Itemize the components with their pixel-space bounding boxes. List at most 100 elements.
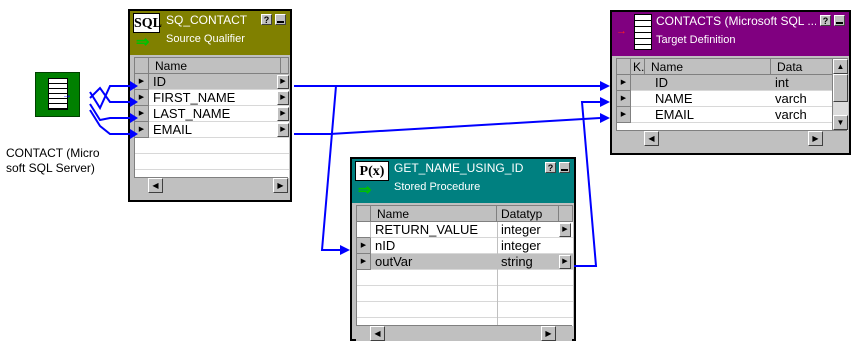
port-right-handle[interactable]: ▶ <box>277 75 289 89</box>
stored-procedure-title: GET_NAME_USING_ID <box>394 161 524 175</box>
column-header-more[interactable] <box>281 58 289 74</box>
port-row[interactable]: ▶ outVar string ▶ <box>357 254 573 270</box>
minimize-button[interactable] <box>834 15 845 26</box>
port-name: RETURN_VALUE <box>375 222 479 237</box>
green-arrow-icon: ⇒ <box>136 34 150 51</box>
source-qualifier-header[interactable]: SQL ⇒ SQ_CONTACT Source Qualifier ? <box>130 11 290 55</box>
arrowhead <box>600 113 610 123</box>
port-row[interactable]: ▶ LAST_NAME ▶ <box>135 106 289 122</box>
help-button[interactable]: ? <box>261 14 272 25</box>
help-button[interactable]: ? <box>545 162 556 173</box>
vertical-scrollbar[interactable]: ▲ ▼ <box>832 59 848 131</box>
target-definition-header[interactable]: → CONTACTS (Microsoft SQL ... Target Def… <box>612 12 849 56</box>
horizontal-scrollbar[interactable]: ◀ ▶ <box>134 177 288 193</box>
scroll-up-button[interactable]: ▲ <box>833 59 848 74</box>
target-table-icon <box>634 14 652 50</box>
scroll-left-button[interactable]: ◀ <box>148 178 163 193</box>
port-row[interactable]: ▶ FIRST_NAME ▶ <box>135 90 289 106</box>
scroll-thumb[interactable] <box>833 74 848 102</box>
scroll-left-button[interactable]: ◀ <box>644 131 659 146</box>
port-right-handle[interactable]: ▶ <box>277 107 289 121</box>
help-button[interactable]: ? <box>820 15 831 26</box>
source-qualifier-subtitle: Source Qualifier <box>166 33 245 45</box>
stored-procedure-header[interactable]: P(x) ⇒ GET_NAME_USING_ID Stored Procedur… <box>352 159 574 203</box>
source-label: CONTACT (Micro soft SQL Server) <box>6 146 100 175</box>
empty-row <box>135 138 289 154</box>
horizontal-scrollbar[interactable]: ◀ ▶ <box>616 130 847 146</box>
link-sp-outvar-target-name <box>574 101 600 267</box>
corner-cell <box>135 58 149 74</box>
column-datatype: int <box>775 75 789 90</box>
port-row[interactable]: ▶ nID integer <box>357 238 573 254</box>
column-row[interactable]: ▶ ID int <box>617 75 833 91</box>
link-sq-id-sp-nid <box>310 85 348 251</box>
scroll-right-button[interactable]: ▶ <box>273 178 288 193</box>
port-row[interactable]: ▶ ID ▶ <box>135 74 289 90</box>
column-row[interactable]: ▶ EMAIL varch <box>617 107 833 123</box>
arrowhead <box>600 97 610 107</box>
scroll-down-button[interactable]: ▼ <box>833 115 848 130</box>
port-left-spacer <box>357 222 371 238</box>
port-left-handle[interactable]: ▶ <box>135 74 149 90</box>
column-header-name[interactable]: Name <box>645 59 771 75</box>
port-left-handle[interactable]: ▶ <box>617 91 631 107</box>
stored-procedure-subtitle: Stored Procedure <box>394 181 481 193</box>
procedure-badge-icon: P(x) <box>355 161 389 181</box>
column-datatype: varch <box>775 91 807 106</box>
source-qualifier-title: SQ_CONTACT <box>166 13 248 27</box>
port-left-handle[interactable]: ▶ <box>617 75 631 91</box>
port-name: ID <box>153 74 166 89</box>
empty-row <box>357 302 573 318</box>
column-header-datatype[interactable]: Data <box>771 59 833 75</box>
target-definition-title: CONTACTS (Microsoft SQL ... <box>656 14 816 28</box>
column-header-datatype[interactable]: Datatyp <box>497 206 559 222</box>
port-row[interactable]: ▶ EMAIL ▶ <box>135 122 289 138</box>
stored-procedure-box[interactable]: P(x) ⇒ GET_NAME_USING_ID Stored Procedur… <box>350 157 576 341</box>
sql-badge-icon: SQL <box>133 13 162 33</box>
scroll-right-button[interactable]: ▶ <box>541 326 556 341</box>
source-qualifier-box[interactable]: SQL ⇒ SQ_CONTACT Source Qualifier ? Name… <box>128 9 292 202</box>
corner-cell <box>357 206 371 222</box>
port-datatype: integer <box>501 238 541 253</box>
port-left-handle[interactable]: ▶ <box>617 107 631 123</box>
column-header-name[interactable]: Name <box>371 206 497 222</box>
scroll-left-button[interactable]: ◀ <box>370 326 385 341</box>
column-grid[interactable]: K. Name Data ▶ ID int ▶ NAME varch ▶ EMA… <box>616 58 848 131</box>
port-grid[interactable]: Name ▶ ID ▶ ▶ FIRST_NAME ▶ ▶ LAST_NAME ▶… <box>134 57 289 178</box>
horizontal-scrollbar[interactable]: ◀ ▶ <box>356 325 572 341</box>
column-divider <box>497 222 498 326</box>
column-name: ID <box>655 75 668 90</box>
port-left-handle[interactable]: ▶ <box>357 238 371 254</box>
corner-cell <box>617 59 631 75</box>
red-arrow-icon: → <box>616 25 627 37</box>
column-name: NAME <box>655 91 693 106</box>
column-header-more[interactable] <box>559 206 573 222</box>
link-sq-email-target-email <box>294 117 601 135</box>
port-right-handle[interactable]: ▶ <box>277 123 289 137</box>
port-name: EMAIL <box>153 122 193 137</box>
port-left-handle[interactable]: ▶ <box>135 122 149 138</box>
target-definition-subtitle: Target Definition <box>656 34 736 46</box>
minimize-button[interactable] <box>559 162 570 173</box>
port-datatype: string <box>501 254 533 269</box>
port-right-handle[interactable]: ▶ <box>277 91 289 105</box>
source-table-icon[interactable]: → <box>35 72 80 117</box>
column-header-name[interactable]: Name <box>149 58 281 74</box>
port-right-handle[interactable]: ▶ <box>559 255 571 269</box>
port-grid[interactable]: Name Datatyp RETURN_VALUE integer ▶ ▶ nI… <box>356 205 573 326</box>
arrowhead <box>340 245 350 255</box>
arrowhead <box>600 81 610 91</box>
green-arrow-icon: ⇒ <box>358 182 372 199</box>
column-row[interactable]: ▶ NAME varch <box>617 91 833 107</box>
scroll-right-button[interactable]: ▶ <box>808 131 823 146</box>
target-definition-box[interactable]: → CONTACTS (Microsoft SQL ... Target Def… <box>610 10 851 155</box>
minimize-button[interactable] <box>275 14 286 25</box>
port-left-handle[interactable]: ▶ <box>135 90 149 106</box>
port-left-handle[interactable]: ▶ <box>135 106 149 122</box>
port-row[interactable]: RETURN_VALUE integer ▶ <box>357 222 573 238</box>
empty-row <box>135 154 289 170</box>
port-left-handle[interactable]: ▶ <box>357 254 371 270</box>
column-header-key[interactable]: K. <box>631 59 645 75</box>
source-definition[interactable]: → CONTACT (Micro soft SQL Server) <box>6 72 126 182</box>
port-right-handle[interactable]: ▶ <box>559 223 571 237</box>
